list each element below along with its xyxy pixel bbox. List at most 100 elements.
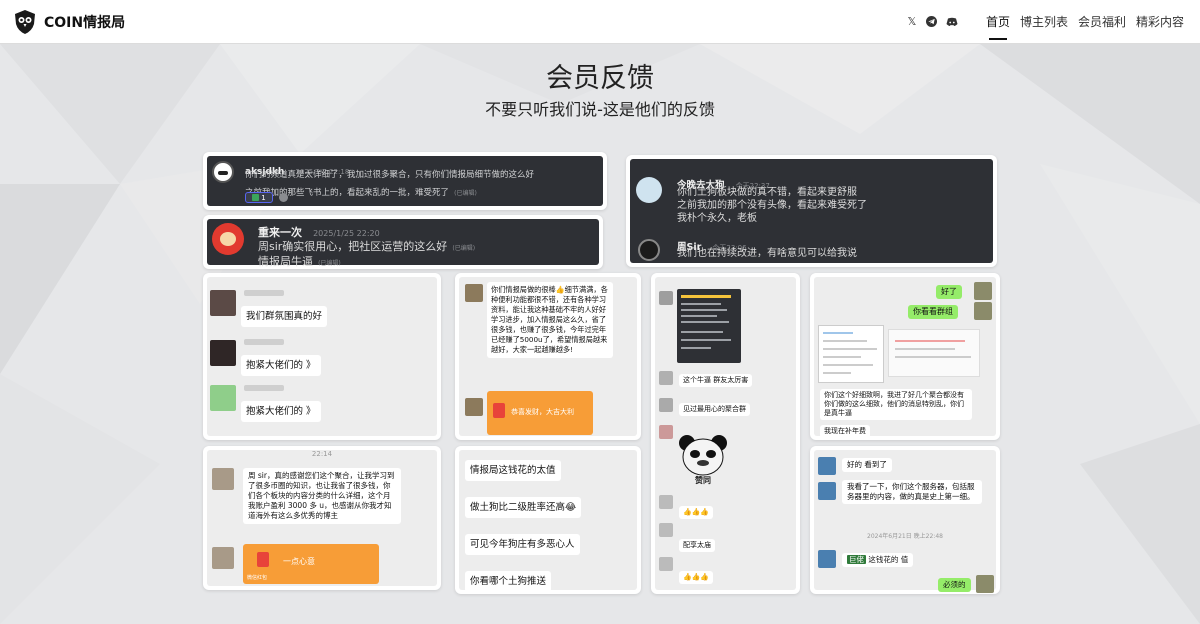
redacted-name [244, 385, 284, 391]
chat-bubble-self: 好了 [936, 285, 962, 299]
nav-link-highlights[interactable]: 精彩内容 [1136, 9, 1184, 34]
nav-right: 𝕏 首页 博主列表 会员福利 精彩内容 [906, 9, 1184, 40]
message-line: 之前我加的那个没有头像，看起来难受死了 [677, 200, 867, 211]
avatar [659, 495, 673, 509]
avatar [210, 385, 236, 411]
navbar: COIN情报局 𝕏 首页 博主列表 会员福利 精彩内容 [0, 0, 1200, 44]
chat-screenshot: 今晚去大狗 今天22:37 你们土狗板块做的真不错，看起来更舒服 之前我加的那个… [630, 159, 993, 263]
avatar [659, 291, 673, 305]
chat-bubble: 配享太庙 [679, 539, 715, 552]
quote-tag: 巨佬 [847, 555, 866, 564]
chat-bubble: 你看哪个土狗推送 [465, 571, 552, 592]
avatar [659, 398, 673, 412]
page-subtitle: 不要只听我们说-这是他们的反馈 [485, 100, 715, 119]
chat-bubble: 好的 看到了 [842, 458, 892, 472]
avatar [212, 547, 234, 569]
message-text: 这钱花的 值 [868, 555, 909, 564]
chat-bubble: 👍👍👍 [679, 506, 714, 519]
chat-screenshot: 我们群氛围真的好 抱紧大佬们的 》 抱紧大佬们的 》 [207, 277, 437, 436]
avatar [818, 457, 836, 475]
chat-bubble: 你们这个好细致啊，我进了好几个聚合都没有你们做的这么细致，他们的消息特别乱，你们… [820, 389, 972, 420]
chat-bubble: 我现在补年费 [820, 425, 870, 438]
message-line: 我朴个永久，老板 [677, 213, 757, 224]
shared-screenshot [818, 325, 884, 383]
chat-screenshot: 你们情报局做的很棒👍细节满满，各种便利功能都很不错，还有各种学习资料，能让我这种… [459, 277, 637, 436]
brand-name: COIN情报局 [44, 14, 126, 31]
chat-bubble: 👍👍👍 [679, 571, 714, 584]
chat-screenshot: 22:14 周 sir，真的感谢您们这个聚合，让我学习到了很多币圈的知识，也让我… [207, 450, 437, 586]
edited-tag: (已编辑) [452, 245, 476, 252]
feedback-card-10: 好的 看到了 我看了一下，你们这个服务器，包括服务器里的内容，做的真是史上第一细… [810, 446, 1000, 594]
avatar [465, 284, 483, 302]
chat-screenshot: aksjdkh 2025/2/7 22:18 你们的频道真是太详细了，我加过很多… [207, 156, 603, 206]
avatar-self [974, 282, 992, 300]
brand-logo[interactable]: COIN情报局 [12, 9, 125, 35]
avatar-self [974, 302, 992, 320]
red-packet-text: 恭喜发财，大吉大利 [511, 408, 574, 416]
nav-link-home[interactable]: 首页 [986, 9, 1010, 40]
check-icon [252, 194, 260, 201]
avatar [659, 523, 673, 537]
avatar [636, 177, 662, 203]
red-packet[interactable]: 一点心意 微信红包 [243, 544, 379, 584]
chat-screenshot: 情报局这钱花的太值 做土狗比二级胜率还高😂 可见今年狗庄有多恶心人 你看哪个土狗… [459, 450, 637, 592]
avatar [659, 557, 673, 571]
red-packet-label: 微信红包 [247, 575, 268, 581]
red-envelope-icon [493, 403, 505, 418]
avatar-self [976, 575, 994, 593]
feedback-card-1: aksjdkh 2025/2/7 22:18 你们的频道真是太详细了，我加过很多… [203, 152, 607, 210]
avatar [818, 550, 836, 568]
owl-shield-icon [15, 9, 35, 34]
chat-bubble: 我看了一下，你们这个服务器，包括服务器里的内容，做的真是史上第一细。 [842, 480, 982, 504]
edited-tag: (已编辑) [318, 260, 341, 267]
social-links: 𝕏 [906, 15, 958, 28]
telegram-icon[interactable] [926, 16, 938, 28]
message-line: 你们土狗板块做的真不错，看起来更舒服 [677, 187, 857, 198]
feedback-card-5: 你们情报局做的很棒👍细节满满，各种便利功能都很不错，还有各种学习资料，能让我这种… [455, 273, 641, 440]
timestamp: 2024年6月21日 晚上22:48 [867, 533, 943, 540]
nav-link-bloggers[interactable]: 博主列表 [1020, 9, 1068, 34]
add-reaction-icon[interactable] [279, 193, 288, 202]
reaction-count: 1 [261, 193, 266, 202]
owl-avatar [638, 239, 660, 261]
chat-bubble: 可见今年狗庄有多恶心人 [465, 534, 580, 555]
x-icon[interactable]: 𝕏 [906, 15, 918, 28]
red-envelope-icon [257, 552, 269, 567]
nav-link-member-benefits[interactable]: 会员福利 [1078, 9, 1126, 34]
avatar [818, 482, 836, 500]
chat-bubble: 见过最用心的聚合群 [679, 403, 750, 416]
redacted-name [244, 290, 284, 296]
chat-bubble: 抱紧大佬们的 》 [241, 401, 321, 422]
red-packet-text: 一点心意 [283, 557, 315, 566]
page-title: 会员反馈 [546, 63, 654, 94]
reaction-badge[interactable]: 1 [245, 192, 273, 203]
feedback-card-2: 重来一次 2025/1/25 22:20 周sir确实很用心，把社区运营的这么好… [203, 215, 603, 269]
feedback-card-4: 我们群氛围真的好 抱紧大佬们的 》 抱紧大佬们的 》 [203, 273, 441, 440]
chat-screenshot: 好了 你看看群组 你们这个好细致啊，我进了好几个聚合都没有你们做的这么细致，他们… [814, 277, 996, 438]
message-line: 情报局牛逼 [258, 255, 313, 268]
message-line: 之前我加的那些飞书上的，看起来乱的一批，难受死了 [245, 188, 450, 198]
chat-bubble: 我们群氛围真的好 [241, 306, 328, 327]
discord-icon[interactable] [946, 16, 958, 28]
panda-sticker: 赞同 [677, 433, 729, 487]
avatar [210, 290, 236, 316]
message-line: 我们也在持续改进，有啥意见可以给我说 [677, 248, 857, 259]
feedback-card-9: 情报局这钱花的太值 做土狗比二级胜率还高😂 可见今年狗庄有多恶心人 你看哪个土狗… [455, 446, 641, 594]
chat-screenshot: 好的 看到了 我看了一下，你们这个服务器，包括服务器里的内容，做的真是史上第一细… [814, 450, 996, 593]
feedback-card-7: 好了 你看看群组 你们这个好细致啊，我进了好几个聚合都没有你们做的这么细致，他们… [810, 273, 1000, 440]
avatar [659, 371, 673, 385]
chat-bubble: 抱紧大佬们的 》 [241, 355, 321, 376]
avatar [465, 398, 483, 416]
edited-tag: (已编辑) [454, 190, 477, 197]
chat-bubble: 你们情报局做的很棒👍细节满满，各种便利功能都很不错，还有各种学习资料，能让我这种… [487, 282, 613, 358]
chat-bubble: 情报局这钱花的太值 [465, 460, 561, 481]
feedback-card-8: 22:14 周 sir，真的感谢您们这个聚合，让我学习到了很多币圈的知识，也让我… [203, 446, 441, 590]
shared-screenshot [677, 289, 741, 363]
red-packet[interactable]: 恭喜发财，大吉大利 [487, 391, 593, 435]
shared-screenshot [888, 329, 980, 377]
avatar [212, 468, 234, 490]
feedback-card-3: 今晚去大狗 今天22:37 你们土狗板块做的真不错，看起来更舒服 之前我加的那个… [626, 155, 997, 267]
chat-bubble: 巨佬 这钱花的 值 [842, 553, 914, 567]
redacted-name [244, 339, 284, 345]
chat-bubble-self: 你看看群组 [908, 305, 958, 319]
